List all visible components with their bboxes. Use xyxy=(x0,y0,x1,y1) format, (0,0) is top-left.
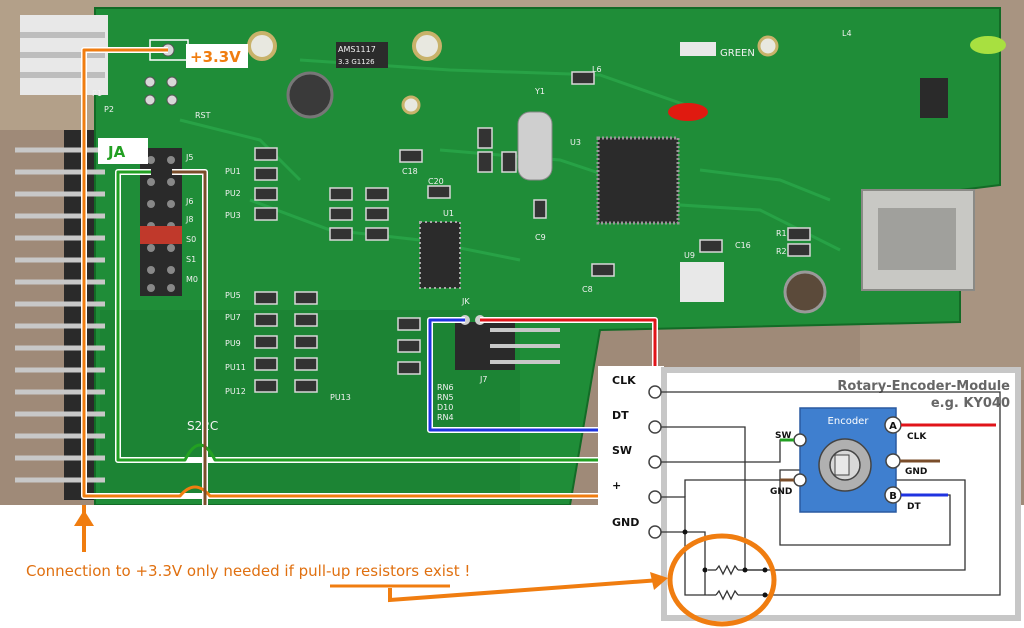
silk-r2: R2 xyxy=(776,247,787,256)
mounting-hole xyxy=(757,35,779,57)
silk-s1: S1 xyxy=(186,255,196,264)
silk-pu3: PU3 xyxy=(225,211,241,220)
pin-clk-label: CLK xyxy=(612,374,636,387)
silk-pu12: PU12 xyxy=(225,387,246,396)
push-button xyxy=(920,78,948,118)
enc-clk-label: CLK xyxy=(907,432,927,442)
pin-dt-circle xyxy=(648,420,662,434)
silk-s0: S0 xyxy=(186,235,196,244)
label-ja: JA xyxy=(107,143,126,161)
terminal-gnd xyxy=(885,453,901,469)
silk-jk: JK xyxy=(461,297,470,306)
silk-rn5: RN5 xyxy=(437,393,454,402)
silk-p2: P2 xyxy=(104,105,114,114)
enc-dt-label: DT xyxy=(907,502,921,512)
note-highlight: pull-up resistors xyxy=(299,562,420,580)
encoder-label: Encoder xyxy=(828,416,870,427)
silk-c8: C8 xyxy=(582,285,593,294)
red-led xyxy=(668,103,708,121)
terminal-a-label: A xyxy=(889,421,897,432)
terminal-gnd-left xyxy=(793,473,807,487)
pin-clk-circle xyxy=(648,385,662,399)
pin-plus-circle xyxy=(648,490,662,504)
capacitor xyxy=(783,270,827,314)
diagram-stage: GREEN AMS1117 3.3 G1126 P1 P2 RST J5 J6 … xyxy=(0,0,1024,628)
ic-u1 xyxy=(419,221,461,289)
silk-l4: L4 xyxy=(842,29,852,38)
silk-y1: Y1 xyxy=(534,87,545,96)
annotation-note: Connection to +3.3V only needed if pull-… xyxy=(26,562,470,580)
silk-rn4: RN4 xyxy=(437,413,454,422)
silk-green: GREEN xyxy=(720,48,755,59)
silk-j8: J8 xyxy=(185,215,193,224)
silk-j5: J5 xyxy=(185,153,193,162)
silk-c18: C18 xyxy=(402,167,418,176)
silk-rn6: RN6 xyxy=(437,383,454,392)
usb-opening xyxy=(878,208,956,270)
silk-reg: AMS1117 xyxy=(338,45,376,54)
pin-gnd-label: GND xyxy=(612,516,639,529)
silk-pu1: PU1 xyxy=(225,167,241,176)
silk-pu2: PU2 xyxy=(225,189,241,198)
pin-sw-circle xyxy=(648,455,662,469)
crystal xyxy=(517,111,553,181)
silk-c16: C16 xyxy=(735,241,751,250)
green-led xyxy=(970,36,1006,54)
mounting-hole xyxy=(412,31,442,61)
silk-pu13: PU13 xyxy=(330,393,351,402)
wiring-diagram: GREEN AMS1117 3.3 G1126 P1 P2 RST J5 J6 … xyxy=(0,0,1024,628)
terminal-b-label: B xyxy=(889,491,897,502)
enc-gnd-right-label: GND xyxy=(905,467,927,477)
silk-pu11: PU11 xyxy=(225,363,246,372)
silk-u9: U9 xyxy=(684,251,695,260)
silk-l6: L6 xyxy=(592,65,602,74)
pin-sw-label: SW xyxy=(612,444,632,457)
pin-dt-label: DT xyxy=(612,409,629,422)
silk-j6: J6 xyxy=(185,197,193,206)
silk-j7: J7 xyxy=(479,375,487,384)
encoder-shaft xyxy=(834,454,850,476)
pin-plus-label: + xyxy=(612,479,621,492)
silk-pu5: PU5 xyxy=(225,291,241,300)
silk-c20: C20 xyxy=(428,177,444,186)
mcu-chip xyxy=(596,136,680,225)
silk-u3: U3 xyxy=(570,138,581,147)
note-prefix: Connection to +3.3V only needed if xyxy=(26,562,299,580)
mounting-hole xyxy=(401,95,421,115)
silk-pu9: PU9 xyxy=(225,339,241,348)
silk-u1: U1 xyxy=(443,209,454,218)
silk-pu7: PU7 xyxy=(225,313,241,322)
red-jumper xyxy=(140,226,182,244)
silk-c9: C9 xyxy=(535,233,546,242)
silk-p1: P1 xyxy=(92,89,102,98)
capacitor xyxy=(286,71,334,119)
sensor-u9 xyxy=(680,262,724,302)
left-pin-header xyxy=(64,130,94,500)
mounting-hole xyxy=(247,31,277,61)
enc-gnd-left-label: GND xyxy=(770,487,792,497)
note-suffix: exist ! xyxy=(419,562,470,580)
silk-r1: R1 xyxy=(776,229,787,238)
enc-sw-label: SW xyxy=(775,431,791,441)
green-label-patch xyxy=(680,42,716,56)
label-3v3: +3.3V xyxy=(190,48,241,66)
module-subtitle: e.g. KY040 xyxy=(931,396,1010,411)
silk-m0: M0 xyxy=(186,275,198,284)
silk-regsub: 3.3 G1126 xyxy=(338,58,375,66)
silk-d10: D10 xyxy=(437,403,453,412)
silk-rst: RST xyxy=(195,111,211,120)
terminal-sw xyxy=(793,433,807,447)
pin-gnd-circle xyxy=(648,525,662,539)
